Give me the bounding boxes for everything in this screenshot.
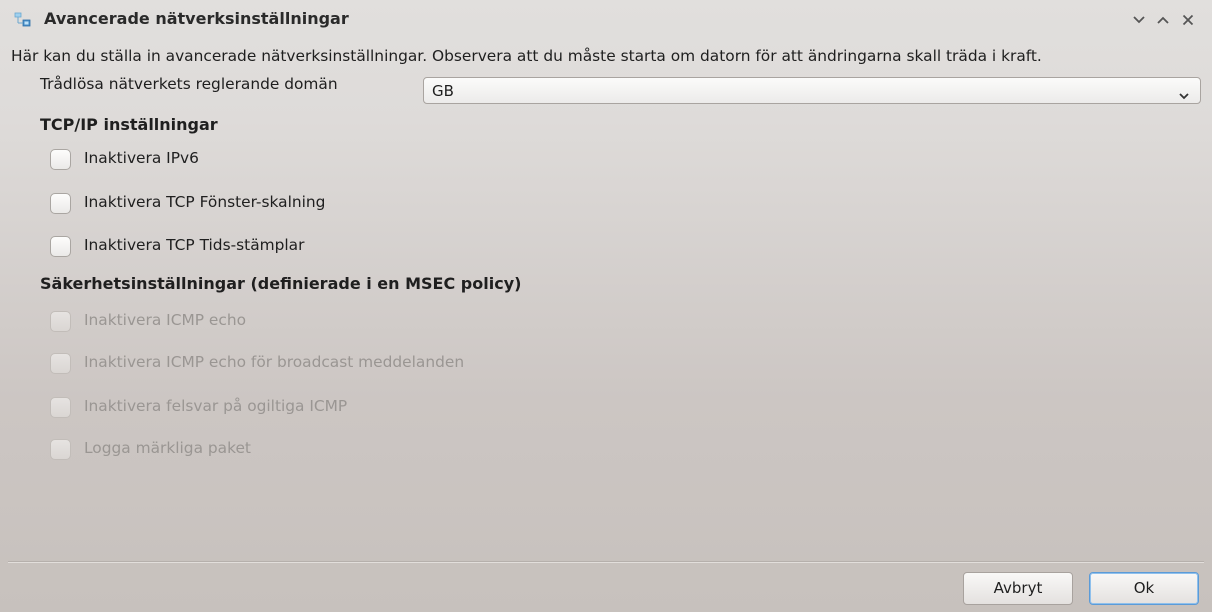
log-martians-checkbox xyxy=(50,439,71,460)
chevron-down-icon xyxy=(1178,86,1190,100)
disable-ipv6-label[interactable]: Inaktivera IPv6 xyxy=(84,149,199,167)
description-text: Här kan du ställa in avancerade nätverks… xyxy=(11,47,1042,65)
tcpip-heading: TCP/IP inställningar xyxy=(40,115,218,134)
disable-ipv6-checkbox[interactable] xyxy=(50,149,71,170)
disable-tcp-timestamps-checkbox[interactable] xyxy=(50,236,71,257)
cancel-button[interactable]: Avbryt xyxy=(963,572,1073,605)
log-martians-label: Logga märkliga paket xyxy=(84,439,251,457)
disable-bogus-icmp-label: Inaktivera felsvar på ogiltiga ICMP xyxy=(84,397,348,415)
disable-tcp-window-scaling-label[interactable]: Inaktivera TCP Fönster-skalning xyxy=(84,193,325,211)
dialog-window: Avancerade nätverksinställningar Här kan… xyxy=(0,0,1212,612)
disable-tcp-window-scaling-checkbox[interactable] xyxy=(50,193,71,214)
regulatory-domain-select[interactable]: GB xyxy=(423,77,1201,104)
disable-icmp-broadcast-checkbox xyxy=(50,353,71,374)
button-separator xyxy=(8,561,1204,563)
disable-icmp-echo-label: Inaktivera ICMP echo xyxy=(84,311,247,329)
disable-icmp-echo-checkbox xyxy=(50,311,71,332)
security-heading: Säkerhetsinställningar (definierade i en… xyxy=(40,274,522,293)
disable-bogus-icmp-checkbox xyxy=(50,397,71,418)
disable-tcp-timestamps-label[interactable]: Inaktivera TCP Tids-stämplar xyxy=(84,236,304,254)
disable-icmp-broadcast-label: Inaktivera ICMP echo för broadcast medde… xyxy=(84,353,465,371)
ok-button[interactable]: Ok xyxy=(1089,572,1199,605)
dialog-content: Här kan du ställa in avancerade nätverks… xyxy=(0,0,1212,612)
regulatory-domain-value: GB xyxy=(432,82,454,100)
regulatory-domain-label: Trådlösa nätverkets reglerande domän xyxy=(40,75,338,93)
